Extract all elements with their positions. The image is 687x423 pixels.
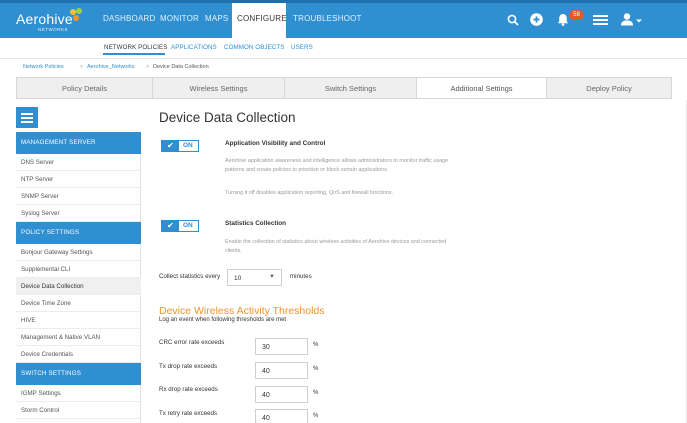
breadcrumb-network-policies[interactable]: Network Policies xyxy=(23,64,64,70)
stats-toggle-label: ON xyxy=(183,222,193,229)
sidebar-item-igmp-settings[interactable]: IGMP Settings xyxy=(16,385,141,402)
collect-interval-select[interactable]: 10 ▼ xyxy=(227,269,282,286)
sidebar-menu-button[interactable] xyxy=(16,107,38,128)
page-title: Device Data Collection xyxy=(159,110,296,125)
hamburger-icon xyxy=(21,113,33,115)
tx-drop-input[interactable]: 40 xyxy=(255,362,308,379)
logo-text: Aerohive xyxy=(16,11,73,27)
rx-drop-label: Rx drop rate exceeds xyxy=(159,386,218,393)
rx-drop-unit: % xyxy=(313,390,319,396)
avc-toggle-label: ON xyxy=(183,142,193,149)
sidebar-item-syslog-server[interactable]: Syslog Server xyxy=(16,205,141,222)
breadcrumb-current: Device Data Collection xyxy=(153,64,209,70)
step-switch-settings[interactable]: Switch Settings xyxy=(285,78,417,98)
nav-configure[interactable]: CONFIGURE xyxy=(237,14,287,23)
sidebar-item-storm-control[interactable]: Storm Control xyxy=(16,402,141,419)
breadcrumb-aerohive-networks[interactable]: Aerohive_Networks xyxy=(87,64,135,70)
add-icon[interactable] xyxy=(530,13,543,26)
tx-retry-unit: % xyxy=(313,413,319,419)
subnav-users[interactable]: USERS xyxy=(291,44,313,51)
sidebar-item-device-credentials[interactable]: Device Credentials xyxy=(16,346,141,363)
nav-maps[interactable]: MAPS xyxy=(205,14,228,23)
sidebar-item-device-data-collection[interactable]: Device Data Collection xyxy=(16,278,141,295)
logo-dots-icon xyxy=(70,8,82,21)
check-icon: ✔ xyxy=(162,221,179,231)
breadcrumb-separator: > xyxy=(80,64,84,70)
stats-title: Statistics Collection xyxy=(225,220,287,227)
avc-toggle[interactable]: ✔ ON xyxy=(161,140,199,152)
avc-description: Aerohive application awareness and intel… xyxy=(225,158,449,173)
nav-troubleshoot[interactable]: TROUBLESHOOT xyxy=(293,14,362,23)
sidebar-item-management-native-vlan[interactable]: Management & Native VLAN xyxy=(16,329,141,346)
sidebar-header-switch-settings[interactable]: SWITCH SETTINGS xyxy=(16,363,141,385)
logo-subtext: NETWORKS xyxy=(38,27,69,32)
stats-toggle[interactable]: ✔ ON xyxy=(161,220,199,232)
thresholds-title: Device Wireless Activity Thresholds xyxy=(159,305,325,317)
nav-monitor[interactable]: MONITOR xyxy=(160,14,199,23)
aerohive-logo[interactable]: Aerohive NETWORKS xyxy=(16,8,86,34)
sidebar-item-device-time-zone[interactable]: Device Time Zone xyxy=(16,295,141,312)
sidebar-header-management-server[interactable]: MANAGEMENT SERVER xyxy=(16,132,141,154)
step-wireless-settings[interactable]: Wireless Settings xyxy=(153,78,285,98)
rx-drop-input[interactable]: 40 xyxy=(255,386,308,403)
thresholds-subtitle: Log an event when following thresholds a… xyxy=(159,317,287,323)
collect-unit: minutes xyxy=(290,273,312,280)
crc-error-label: CRC error rate exceeds xyxy=(159,339,225,346)
crc-error-unit: % xyxy=(313,342,319,348)
notification-count-badge: 58 xyxy=(569,10,584,20)
sidebar-item-bonjour-gateway-settings[interactable]: Bonjour Gateway Settings xyxy=(16,244,141,261)
step-additional-settings[interactable]: Additional Settings xyxy=(417,78,547,98)
avc-title: Application Visibility and Control xyxy=(225,140,326,147)
sidebar-item-snmp-server[interactable]: SNMP Server xyxy=(16,188,141,205)
tx-drop-unit: % xyxy=(313,366,319,372)
sidebar-item-ntp-server[interactable]: NTP Server xyxy=(16,171,141,188)
chevron-down-icon: ▼ xyxy=(269,274,275,280)
subnav-active-underline xyxy=(103,53,165,55)
search-icon[interactable] xyxy=(507,14,519,26)
settings-sidebar: MANAGEMENT SERVER DNS Server NTP Server … xyxy=(16,132,141,423)
subnav-applications[interactable]: APPLICATIONS xyxy=(171,44,217,51)
bell-icon[interactable] xyxy=(557,13,569,26)
collect-interval-value: 10 xyxy=(234,275,242,282)
sidebar-header-policy-settings[interactable]: POLICY SETTINGS xyxy=(16,222,141,244)
subnav-common-objects[interactable]: COMMON OBJECTS xyxy=(224,44,285,51)
check-icon: ✔ xyxy=(162,141,179,151)
policy-steps: Policy Details Wireless Settings Switch … xyxy=(16,77,672,99)
list-menu-icon[interactable] xyxy=(593,15,608,25)
collect-label: Collect statistics every xyxy=(159,273,221,280)
top-nav-bar: Aerohive NETWORKS DASHBOARD MONITOR MAPS… xyxy=(0,0,687,38)
step-policy-details[interactable]: Policy Details xyxy=(17,78,153,98)
tx-retry-input[interactable]: 40 xyxy=(255,409,308,423)
subnav-network-policies[interactable]: NETWORK POLICIES xyxy=(104,44,167,51)
stats-description: Enable the collection of statistics abou… xyxy=(225,239,447,254)
crc-error-input[interactable]: 30 xyxy=(255,338,308,355)
avc-off-note: Turning it off disables application repo… xyxy=(225,190,394,196)
user-account-icon[interactable] xyxy=(621,13,643,26)
breadcrumb-separator: > xyxy=(146,64,150,70)
tx-drop-label: Tx drop rate exceeds xyxy=(159,363,218,370)
sidebar-item-dns-server[interactable]: DNS Server xyxy=(16,154,141,171)
sidebar-item-supplemental-cli[interactable]: Supplemental CLI xyxy=(16,261,141,278)
tx-retry-label: Tx retry rate exceeds xyxy=(159,410,218,417)
nav-dashboard[interactable]: DASHBOARD xyxy=(103,14,155,23)
sidebar-item-hive[interactable]: HIVE xyxy=(16,312,141,329)
step-deploy-policy[interactable]: Deploy Policy xyxy=(547,78,671,98)
